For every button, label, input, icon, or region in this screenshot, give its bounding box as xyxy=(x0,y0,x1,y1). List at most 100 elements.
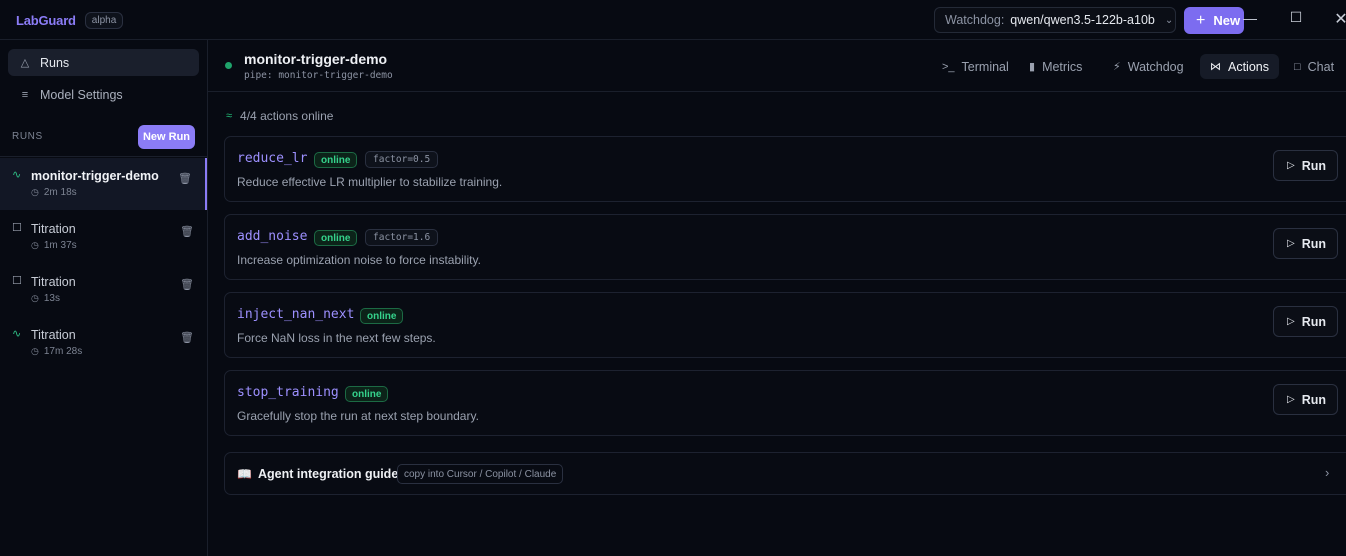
tab-terminal[interactable]: >_ Terminal xyxy=(932,54,1019,79)
square-icon: ☐ xyxy=(12,275,22,287)
param-badge: factor=0.5 xyxy=(365,151,439,168)
tab-label: Terminal xyxy=(961,59,1009,74)
plus-icon: + xyxy=(1196,11,1206,29)
action-name: stop_training xyxy=(237,385,339,400)
run-header: monitor-trigger-demo pipe: monitor-trigg… xyxy=(208,40,1346,92)
clock-icon: ◷ xyxy=(31,240,39,250)
run-duration: ◷ 1m 37s xyxy=(31,240,77,251)
sidebar-item-label: Model Settings xyxy=(40,87,123,102)
action-card: reduce_lr online factor=0.5 Reduce effec… xyxy=(224,136,1346,202)
run-title: Titration xyxy=(31,328,76,342)
page-title: monitor-trigger-demo xyxy=(244,51,388,67)
run-button-label: Run xyxy=(1301,392,1327,407)
plug-icon: ⋈ xyxy=(1210,61,1221,73)
sidebar-item-runs[interactable]: △ Runs xyxy=(8,49,199,76)
sidebar-item-label: Runs xyxy=(40,55,70,70)
new-button[interactable]: + New xyxy=(1184,7,1244,34)
watchdog-select-label: Watchdog: xyxy=(945,13,1005,27)
action-name: reduce_lr xyxy=(237,151,308,166)
guide-title: Agent integration guide xyxy=(258,467,399,481)
tab-chat[interactable]: □ Chat xyxy=(1284,54,1344,79)
live-status-dot xyxy=(225,62,232,69)
chevron-down-icon: ⌄ xyxy=(1164,14,1174,26)
clock-icon: ◷ xyxy=(31,346,39,356)
pipe-label: pipe: monitor-trigger-demo xyxy=(244,70,393,81)
run-list-item[interactable]: ☐ Titration ◷ 1m 37s 🗑 xyxy=(0,211,207,263)
tab-actions[interactable]: ⋈ Actions xyxy=(1200,54,1279,79)
run-action-button[interactable]: ▷ Run xyxy=(1273,150,1338,181)
run-list-item[interactable]: ∿ Titration ◷ 17m 28s 🗑 xyxy=(0,317,207,369)
online-summary-text: 4/4 actions online xyxy=(240,109,334,123)
trash-icon[interactable]: 🗑 xyxy=(180,331,194,344)
top-bar: LabGuard alpha Watchdog: qwen/qwen3.5-12… xyxy=(0,0,1346,40)
run-action-button[interactable]: ▷ Run xyxy=(1273,384,1338,415)
tab-label: Metrics xyxy=(1042,59,1083,74)
version-badge: alpha xyxy=(84,12,124,29)
clock-icon: ◷ xyxy=(31,187,39,197)
run-duration-text: 2m 18s xyxy=(43,187,77,198)
tab-watchdog[interactable]: ⚡ Watchdog xyxy=(1103,54,1194,79)
action-name: inject_nan_next xyxy=(237,307,355,322)
terminal-icon: >_ xyxy=(942,60,955,73)
run-duration: ◷ 17m 28s xyxy=(31,346,82,357)
run-list-item[interactable]: ∿ monitor-trigger-demo ◷ 2m 18s 🗑 xyxy=(0,158,207,210)
action-description: Force NaN loss in the next few steps. xyxy=(237,331,436,345)
flask-icon: △ xyxy=(20,57,30,69)
action-card: stop_training online Gracefully stop the… xyxy=(224,370,1346,436)
status-badge: online xyxy=(360,308,404,324)
new-run-button[interactable]: New Run xyxy=(138,125,195,149)
sidebar: △ Runs ≡ Model Settings RUNS New Run ∿ m… xyxy=(0,40,208,556)
action-name: add_noise xyxy=(237,229,308,244)
tab-metrics[interactable]: ▮ Metrics xyxy=(1019,54,1092,79)
watchdog-model-select[interactable]: Watchdog: qwen/qwen3.5-122b-a10b ⌄ xyxy=(934,7,1176,33)
run-action-button[interactable]: ▷ Run xyxy=(1273,306,1338,337)
bar-chart-icon: ▮ xyxy=(1029,61,1036,73)
run-duration: ◷ 2m 18s xyxy=(31,187,77,198)
trash-icon[interactable]: 🗑 xyxy=(180,278,194,291)
run-title: monitor-trigger-demo xyxy=(31,169,159,183)
maximize-icon[interactable]: ☐ xyxy=(1286,9,1306,26)
status-badge: online xyxy=(345,386,389,402)
action-card: add_noise online factor=1.6 Increase opt… xyxy=(224,214,1346,280)
action-description: Reduce effective LR multiplier to stabil… xyxy=(237,175,503,189)
param-badge: factor=1.6 xyxy=(365,229,439,246)
new-button-label: New xyxy=(1213,13,1241,28)
trash-icon[interactable]: 🗑 xyxy=(180,225,194,238)
run-list-item[interactable]: ☐ Titration ◷ 13s 🗑 xyxy=(0,264,207,316)
tab-label: Watchdog xyxy=(1127,59,1184,74)
play-icon: ▷ xyxy=(1287,238,1295,249)
message-icon: □ xyxy=(1294,60,1301,73)
activity-icon: ∿ xyxy=(12,328,22,340)
agent-integration-guide[interactable]: 📖 Agent integration guide copy into Curs… xyxy=(224,452,1346,495)
play-icon: ▷ xyxy=(1287,160,1295,171)
run-title: Titration xyxy=(31,275,76,289)
run-button-label: Run xyxy=(1301,314,1327,329)
run-duration: ◷ 13s xyxy=(31,293,60,304)
close-icon[interactable]: ✕ xyxy=(1331,9,1346,29)
run-action-button[interactable]: ▷ Run xyxy=(1273,228,1338,259)
runs-section-heading: RUNS xyxy=(12,131,43,142)
run-button-label: Run xyxy=(1301,158,1327,173)
trash-icon[interactable]: 🗑 xyxy=(178,172,192,185)
sidebar-item-model-settings[interactable]: ≡ Model Settings xyxy=(8,81,199,108)
sliders-icon: ≡ xyxy=(21,88,29,101)
action-description: Increase optimization noise to force ins… xyxy=(237,253,481,267)
actions-online-summary: ≈ 4/4 actions online xyxy=(226,109,333,123)
run-button-label: Run xyxy=(1301,236,1327,251)
action-card: inject_nan_next online Force NaN loss in… xyxy=(224,292,1346,358)
play-icon: ▷ xyxy=(1287,394,1295,405)
run-duration-text: 1m 37s xyxy=(43,240,77,251)
minimize-icon[interactable]: — xyxy=(1240,10,1260,26)
status-badge: online xyxy=(314,152,358,168)
square-icon: ☐ xyxy=(12,222,22,234)
watchdog-select-value: qwen/qwen3.5-122b-a10b xyxy=(1010,13,1155,27)
tab-label: Actions xyxy=(1228,59,1269,74)
app-logo-text[interactable]: LabGuard xyxy=(16,13,76,28)
status-badge: online xyxy=(314,230,358,246)
guide-tag: copy into Cursor / Copilot / Claude xyxy=(397,464,564,484)
divider xyxy=(0,156,207,157)
brand: LabGuard alpha xyxy=(16,12,124,29)
run-duration-text: 17m 28s xyxy=(43,346,83,357)
activity-icon: ∿ xyxy=(12,169,22,181)
run-duration-text: 13s xyxy=(43,293,60,304)
